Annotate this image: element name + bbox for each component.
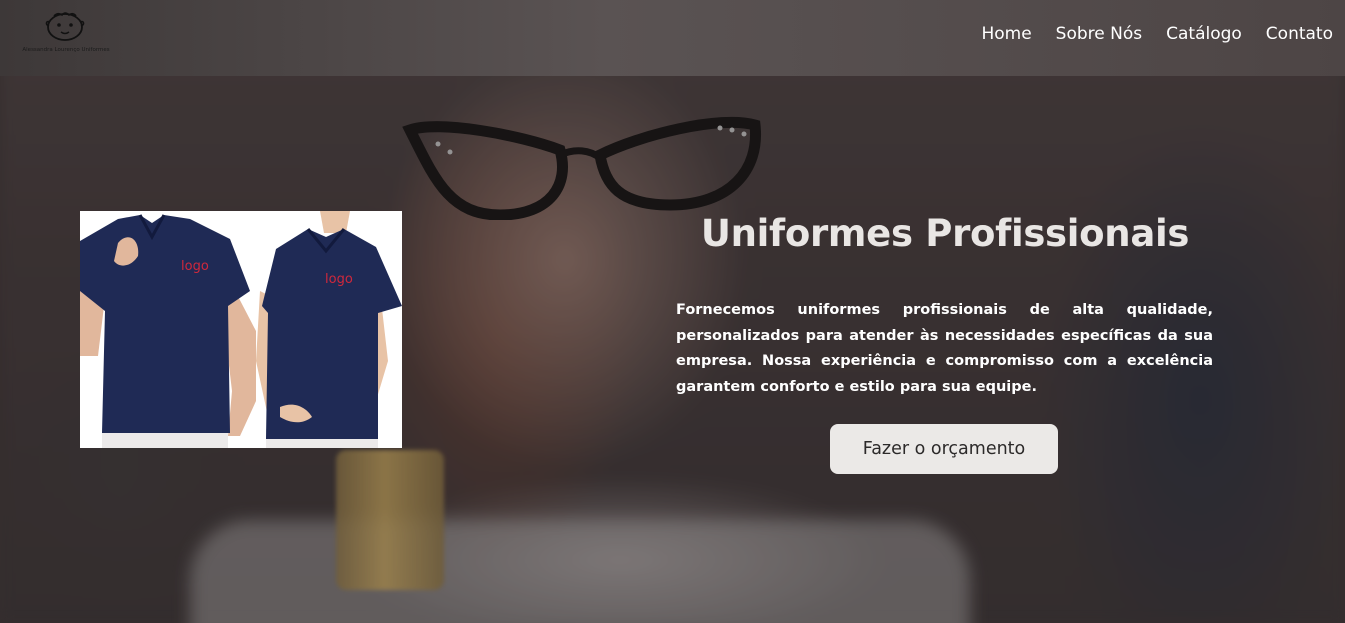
uniform-product-image [80, 211, 402, 448]
nav-contato[interactable]: Contato [1266, 24, 1333, 44]
logo-print-1: logo [181, 259, 209, 274]
logo-print-2: logo [325, 272, 353, 287]
site-logo[interactable]: Alessandra Lourenço Uniformes [16, 8, 116, 64]
main-nav: Home Sobre Nós Catálogo Contato [981, 24, 1333, 44]
hero-description: Fornecemos uniformes profissionais de al… [676, 302, 1213, 395]
nav-catalogo[interactable]: Catálogo [1166, 24, 1242, 44]
page: Alessandra Lourenço Uniformes Home Sobre… [0, 0, 1345, 623]
nav-home[interactable]: Home [981, 24, 1031, 44]
quote-request-button[interactable]: Fazer o orçamento [830, 424, 1058, 474]
nav-sobre-nos[interactable]: Sobre Nós [1056, 24, 1142, 44]
site-header: Alessandra Lourenço Uniformes Home Sobre… [0, 0, 1345, 76]
sheep-icon [45, 12, 85, 41]
hero-title: Uniformes Profissionais [700, 212, 1190, 255]
logo-text: Alessandra Lourenço Uniformes [22, 47, 110, 53]
